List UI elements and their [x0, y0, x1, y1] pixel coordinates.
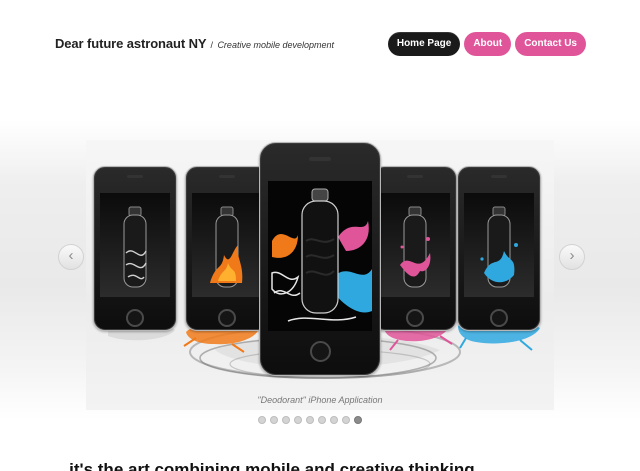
- chevron-left-icon: ‹: [68, 247, 74, 264]
- phone-home-button: [490, 309, 508, 327]
- phone-screen: [100, 193, 170, 297]
- phone-home-button: [218, 309, 236, 327]
- slide-caption: "Deodorant" iPhone Application: [257, 395, 383, 405]
- phone-mockup-2: [185, 166, 269, 331]
- phone-screen: [380, 193, 450, 297]
- phone-speaker: [219, 175, 235, 178]
- intro-heading: ...it's the art combining mobile and cre…: [55, 460, 489, 471]
- phone-home-button: [126, 309, 144, 327]
- phone-screen: [464, 193, 534, 297]
- pagination-dot[interactable]: [354, 416, 362, 424]
- pagination-dot[interactable]: [318, 416, 326, 424]
- chevron-right-icon: ›: [569, 247, 575, 264]
- phone-speaker: [309, 157, 331, 161]
- phone-screen: [192, 193, 262, 297]
- slider-next-button[interactable]: ›: [559, 244, 585, 270]
- phone-mockup-5: [457, 166, 541, 331]
- phone-home-button: [406, 309, 424, 327]
- phone-mockup-1: [93, 166, 177, 331]
- phone-speaker: [127, 175, 143, 178]
- phone-home-button: [310, 341, 331, 362]
- phone-speaker: [407, 175, 423, 178]
- pagination-dot[interactable]: [342, 416, 350, 424]
- pagination-dot[interactable]: [282, 416, 290, 424]
- phone-mockup-featured: [259, 142, 381, 376]
- bottle-multicolor-icon: [271, 188, 372, 322]
- phone-mockup-4: [373, 166, 457, 331]
- phone-screen: [268, 181, 372, 331]
- phone-speaker: [491, 175, 507, 178]
- bottle-orange-flame-icon: [210, 206, 243, 288]
- bottle-blue-splash-icon: [480, 206, 518, 288]
- bottle-white-swirl-icon: [123, 206, 147, 288]
- pagination-dot[interactable]: [258, 416, 266, 424]
- bottle-pink-splash-icon: [400, 206, 431, 288]
- pagination-dot[interactable]: [330, 416, 338, 424]
- pagination-dot[interactable]: [294, 416, 302, 424]
- slider-pagination: [258, 416, 362, 424]
- pagination-dot[interactable]: [270, 416, 278, 424]
- slider-prev-button[interactable]: ‹: [58, 244, 84, 270]
- pagination-dot[interactable]: [306, 416, 314, 424]
